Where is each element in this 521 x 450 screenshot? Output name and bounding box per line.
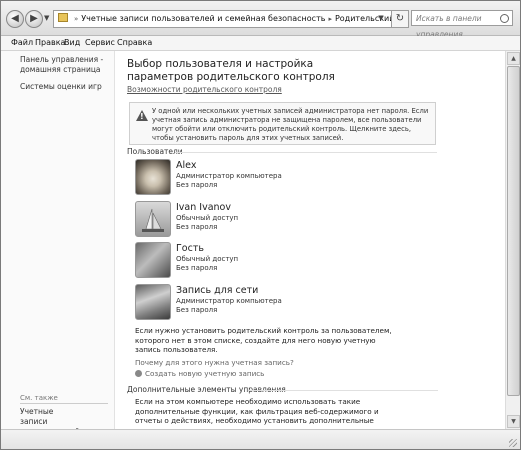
scroll-thumb[interactable] — [507, 66, 520, 396]
control-panel-window: ◀ ▶ ▼ » Учетные записи пользователей и се… — [0, 0, 521, 450]
control-panel-icon — [58, 13, 68, 22]
forward-button[interactable]: ▶ — [25, 10, 43, 28]
resize-grip-icon[interactable] — [509, 439, 517, 447]
user-password-status: Без пароля — [176, 181, 218, 189]
vertical-scrollbar[interactable]: ▲ ▼ — [505, 51, 520, 429]
new-user-icon — [135, 370, 142, 377]
parental-features-link[interactable]: Возможности родительского контроля — [127, 85, 282, 94]
menu-file[interactable]: Файл — [11, 38, 33, 47]
sidebar-link-home[interactable]: Панель управления - домашняя страница — [20, 55, 112, 75]
user-tile-network[interactable]: Запись для сети Администратор компьютера… — [135, 284, 435, 324]
content-pane: Выбор пользователя и настройка параметро… — [115, 51, 505, 429]
breadcrumb-user-accounts[interactable]: Учетные записи пользователей и семейная … — [81, 14, 325, 23]
address-bar[interactable]: » Учетные записи пользователей и семейная… — [53, 10, 392, 28]
admin-password-warning[interactable]: У одной или нескольких учетных записей а… — [129, 102, 436, 145]
warning-icon — [136, 110, 148, 121]
search-input[interactable]: Искать в панели управления — [411, 10, 513, 39]
user-password-status: Без пароля — [176, 306, 218, 314]
menu-bar: Файл Правка Вид Сервис Справка — [1, 36, 520, 51]
user-name: Гость — [176, 243, 204, 254]
avatar — [135, 159, 171, 195]
warning-text: У одной или нескольких учетных записей а… — [152, 107, 429, 142]
avatar — [135, 284, 171, 320]
user-password-status: Без пароля — [176, 223, 218, 231]
user-tile-guest[interactable]: Гость Обычный доступ Без пароля — [135, 242, 435, 282]
see-also-divider — [20, 403, 108, 404]
user-role: Обычный доступ — [176, 214, 239, 222]
sidebar-link-game-ratings[interactable]: Системы оценки игр — [20, 82, 112, 92]
menu-help[interactable]: Справка — [117, 38, 152, 47]
breadcrumb-separator-icon: ▸ — [328, 15, 332, 23]
scroll-down-icon[interactable]: ▼ — [507, 415, 520, 428]
users-section-divider — [175, 152, 437, 153]
menu-view[interactable]: Вид — [64, 38, 80, 47]
scroll-up-icon[interactable]: ▲ — [507, 52, 520, 65]
see-also-heading: См. также — [20, 394, 58, 402]
task-pane: Панель управления - домашняя страница Си… — [1, 51, 115, 436]
search-icon[interactable] — [500, 14, 509, 23]
avatar — [135, 201, 171, 237]
user-role: Администратор компьютера — [176, 297, 282, 305]
create-account-label: Создать новую учетную запись — [145, 369, 265, 378]
user-name: Alex — [176, 160, 197, 171]
refresh-button[interactable]: ↻ — [391, 10, 409, 28]
back-button[interactable]: ◀ — [6, 10, 24, 28]
avatar — [135, 242, 171, 278]
user-name: Запись для сети — [176, 285, 259, 296]
user-tile-ivan[interactable]: Ivan Ivanov Обычный доступ Без пароля — [135, 201, 435, 241]
user-role: Администратор компьютера — [176, 172, 282, 180]
user-role: Обычный доступ — [176, 255, 239, 263]
menu-tools[interactable]: Сервис — [85, 38, 115, 47]
recent-pages-dropdown-icon[interactable]: ▼ — [44, 14, 49, 22]
additional-controls-info: Если на этом компьютере необходимо испол… — [135, 397, 379, 429]
new-account-info-text: Если нужно установить родительский контр… — [135, 326, 392, 354]
page-title: Выбор пользователя и настройка параметро… — [127, 58, 335, 83]
address-dropdown-icon[interactable]: ▼ — [373, 10, 389, 26]
address-toolbar: ◀ ▶ ▼ » Учетные записи пользователей и се… — [1, 1, 520, 39]
user-password-status: Без пароля — [176, 264, 218, 272]
menu-edit[interactable]: Правка — [35, 38, 65, 47]
user-tile-alex[interactable]: Alex Администратор компьютера Без пароля — [135, 159, 435, 199]
breadcrumb-separator-icon: » — [74, 15, 79, 23]
additional-controls-divider — [248, 390, 438, 391]
status-bar — [1, 429, 520, 449]
create-account-link[interactable]: Создать новую учетную запись — [135, 369, 264, 378]
user-name: Ivan Ivanov — [176, 202, 231, 213]
sailboat-icon — [142, 208, 164, 232]
why-account-link[interactable]: Почему для этого нужна учетная запись? — [135, 358, 294, 367]
